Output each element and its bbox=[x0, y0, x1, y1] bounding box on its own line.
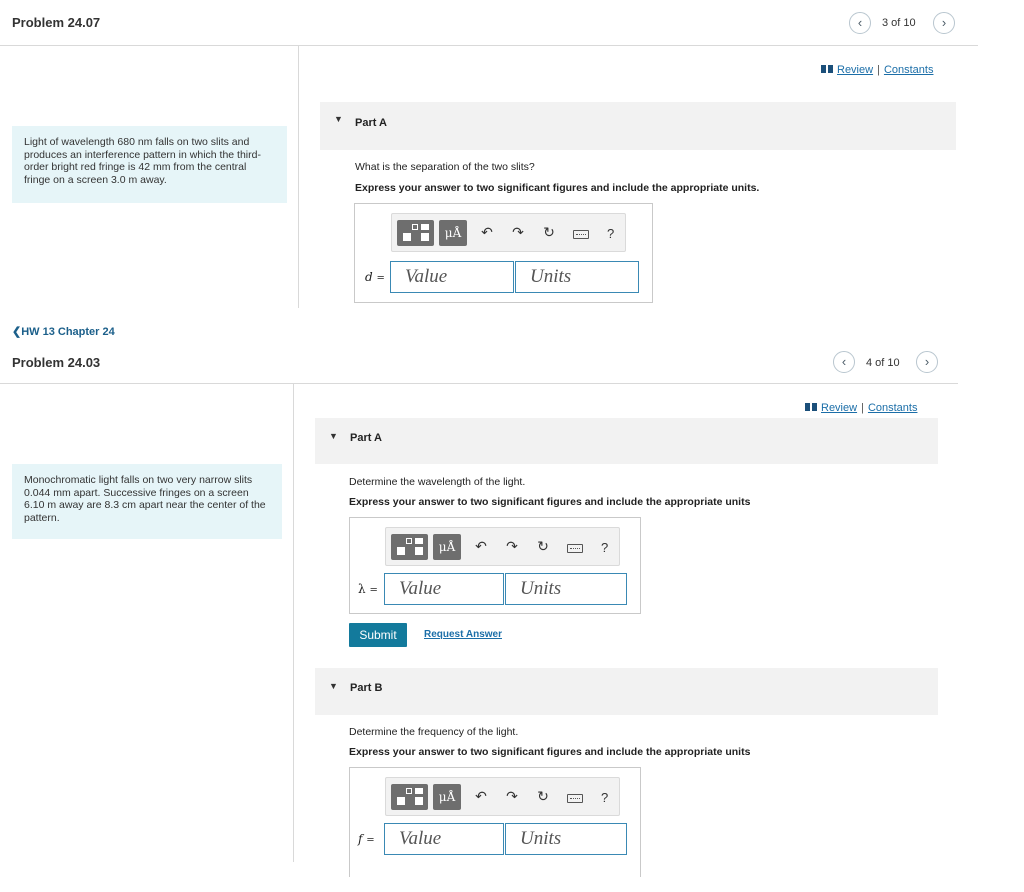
problem-statement: Monochromatic light falls on two very na… bbox=[12, 464, 282, 539]
collapse-triangle-icon[interactable]: ▼ bbox=[329, 431, 338, 441]
answer-box: μÅ ↶ ↷ ↻ ? d = Value Units bbox=[354, 203, 653, 303]
problem-statement: Light of wavelength 680 nm falls on two … bbox=[12, 126, 287, 203]
redo-icon[interactable]: ↷ bbox=[503, 788, 521, 805]
part-a-instruction: Express your answer to two significant f… bbox=[355, 182, 760, 194]
part-b-instruction: Express your answer to two significant f… bbox=[349, 746, 751, 758]
math-toolbar: μÅ ↶ ↷ ↻ ? bbox=[385, 527, 620, 566]
reset-icon[interactable]: ↻ bbox=[534, 788, 552, 805]
submit-button[interactable]: Submit bbox=[349, 623, 407, 647]
units-input[interactable]: Units bbox=[515, 261, 639, 293]
part-a-question: What is the separation of the two slits? bbox=[355, 161, 535, 173]
constants-link[interactable]: Constants bbox=[884, 64, 934, 76]
templates-icon[interactable] bbox=[391, 534, 428, 560]
value-input[interactable]: Value bbox=[390, 261, 514, 293]
review-link[interactable]: Review bbox=[837, 64, 873, 76]
review-constants-links: Review | Constants bbox=[805, 402, 917, 414]
undo-icon[interactable]: ↶ bbox=[472, 538, 490, 555]
next-problem-button[interactable]: › bbox=[916, 351, 938, 373]
undo-icon[interactable]: ↶ bbox=[478, 224, 496, 241]
reset-icon[interactable]: ↻ bbox=[534, 538, 552, 555]
reset-icon[interactable]: ↻ bbox=[540, 224, 558, 241]
problem-title: Problem 24.03 bbox=[12, 355, 101, 370]
redo-icon[interactable]: ↷ bbox=[503, 538, 521, 555]
part-a-header[interactable]: ▼ Part A bbox=[320, 102, 956, 150]
keyboard-icon[interactable] bbox=[567, 544, 583, 553]
problem-position: 3 of 10 bbox=[882, 17, 916, 29]
math-toolbar: μÅ ↶ ↷ ↻ ? bbox=[391, 213, 626, 252]
help-icon[interactable]: ? bbox=[601, 540, 608, 555]
part-a-instruction: Express your answer to two significant f… bbox=[349, 496, 751, 508]
undo-icon[interactable]: ↶ bbox=[472, 788, 490, 805]
units-icon[interactable]: μÅ bbox=[433, 784, 461, 810]
collapse-triangle-icon[interactable]: ▼ bbox=[334, 114, 343, 124]
request-answer-link[interactable]: Request Answer bbox=[424, 629, 502, 640]
back-to-assignment-link[interactable]: ❮HW 13 Chapter 24 bbox=[12, 325, 115, 338]
prev-problem-button[interactable]: ‹ bbox=[833, 351, 855, 373]
answer-box: μÅ ↶ ↷ ↻ ? λ = Value Units bbox=[349, 517, 641, 614]
part-a-question: Determine the wavelength of the light. bbox=[349, 476, 526, 488]
next-problem-button[interactable]: › bbox=[933, 12, 955, 34]
part-b-header[interactable]: ▼ Part B bbox=[315, 668, 938, 715]
problem-title: Problem 24.07 bbox=[12, 15, 101, 30]
help-icon[interactable]: ? bbox=[601, 790, 608, 805]
review-link[interactable]: Review bbox=[821, 402, 857, 414]
help-icon[interactable]: ? bbox=[607, 226, 614, 241]
value-input[interactable]: Value bbox=[384, 823, 504, 855]
variable-label: f = bbox=[358, 832, 375, 846]
templates-icon[interactable] bbox=[391, 784, 428, 810]
units-input[interactable]: Units bbox=[505, 573, 627, 605]
part-a-header[interactable]: ▼ Part A bbox=[315, 418, 938, 464]
prev-problem-button[interactable]: ‹ bbox=[849, 12, 871, 34]
part-b-question: Determine the frequency of the light. bbox=[349, 726, 519, 738]
constants-link[interactable]: Constants bbox=[868, 402, 918, 414]
book-icon bbox=[821, 65, 833, 74]
units-icon[interactable]: μÅ bbox=[439, 220, 467, 246]
templates-icon[interactable] bbox=[397, 220, 434, 246]
variable-label: d = bbox=[365, 270, 385, 284]
keyboard-icon[interactable] bbox=[573, 230, 589, 239]
problem-position: 4 of 10 bbox=[866, 357, 900, 369]
value-input[interactable]: Value bbox=[384, 573, 504, 605]
answer-box: μÅ ↶ ↷ ↻ ? f = Value Units bbox=[349, 767, 641, 877]
units-icon[interactable]: μÅ bbox=[433, 534, 461, 560]
collapse-triangle-icon[interactable]: ▼ bbox=[329, 681, 338, 691]
review-constants-links: Review | Constants bbox=[821, 64, 933, 76]
variable-label: λ = bbox=[358, 582, 378, 596]
keyboard-icon[interactable] bbox=[567, 794, 583, 803]
units-input[interactable]: Units bbox=[505, 823, 627, 855]
book-icon bbox=[805, 403, 817, 412]
redo-icon[interactable]: ↷ bbox=[509, 224, 527, 241]
math-toolbar: μÅ ↶ ↷ ↻ ? bbox=[385, 777, 620, 816]
